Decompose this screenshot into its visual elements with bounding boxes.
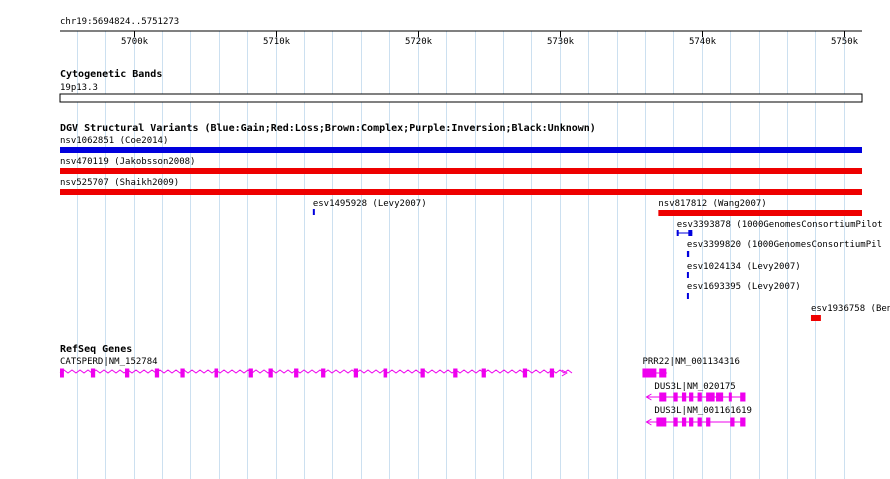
gene-exon bbox=[706, 417, 711, 427]
refseq-gene-label: PRR22|NM_001134316 bbox=[642, 357, 740, 367]
ruler-tick-label: 5710k bbox=[263, 37, 291, 47]
gene-exon bbox=[180, 368, 185, 378]
refseq-gene-label: DUS3L|NM_001161619 bbox=[654, 406, 752, 416]
ruler: chr19:5694824..5751273 5700k 5710k 5720k 57… bbox=[60, 17, 862, 47]
ruler-tick-label: 5730k bbox=[547, 37, 575, 47]
gene-exon bbox=[681, 417, 687, 427]
dgv-feature-label: nsv525707 (Shaikh2009) bbox=[60, 178, 179, 188]
gene-exon bbox=[730, 417, 735, 427]
gene-exon bbox=[481, 368, 486, 378]
refseq-gene[interactable]: DUS3L|NM_001161619 bbox=[645, 406, 752, 427]
gene-exon bbox=[321, 368, 326, 378]
gene-exon bbox=[125, 368, 130, 378]
dgv-feature[interactable]: esv1495928 (Levy2007) bbox=[312, 199, 427, 215]
gene-exon bbox=[659, 392, 667, 402]
gene-exon bbox=[154, 368, 160, 378]
gene-exon bbox=[673, 417, 678, 427]
gene-exon bbox=[60, 368, 64, 378]
ruler-tick-label: 5700k bbox=[121, 37, 149, 47]
gene-exon bbox=[268, 368, 273, 378]
dgv-feature[interactable]: nsv525707 (Shaikh2009) bbox=[60, 178, 862, 195]
gene-exon bbox=[90, 368, 96, 378]
dgv-feature-label: esv1024134 (Levy2007) bbox=[687, 262, 801, 272]
dgv-feature[interactable]: nsv470119 (Jakobsson2008) bbox=[60, 157, 862, 174]
gene-exon bbox=[673, 392, 678, 402]
gene-exon bbox=[420, 368, 425, 378]
dgv-feature[interactable]: esv1936758 (Ben bbox=[810, 304, 890, 321]
gene-exon bbox=[728, 392, 732, 402]
cytoband-label: 19p13.3 bbox=[60, 83, 98, 93]
dgv-feature-bar bbox=[658, 210, 862, 216]
cytoband-track: Cytogenetic Bands 19p13.3 bbox=[59, 68, 863, 103]
dgv-feature[interactable]: esv1693395 (Levy2007) bbox=[686, 282, 801, 299]
location-label: chr19:5694824..5751273 bbox=[60, 17, 179, 27]
gene-exon bbox=[642, 368, 657, 378]
gene-exon bbox=[706, 392, 715, 402]
dgv-feature-bar bbox=[688, 230, 693, 236]
gene-exon bbox=[353, 368, 359, 378]
gene-exon bbox=[549, 368, 555, 378]
cytoband-bar[interactable] bbox=[59, 93, 863, 103]
refseq-genes: CATSPERD|NM_152784 PRR22|NM_001134316 DUS3… bbox=[59, 357, 752, 427]
refseq-gene[interactable]: CATSPERD|NM_152784 bbox=[59, 357, 573, 378]
gene-exon bbox=[697, 417, 702, 427]
refseq-gene[interactable]: PRR22|NM_001134316 bbox=[642, 357, 740, 378]
gene-exon bbox=[214, 368, 219, 378]
gene-exon bbox=[522, 368, 528, 378]
dgv-feature-label: esv1936758 (Ben bbox=[811, 304, 890, 314]
dgv-feature-bar bbox=[686, 272, 689, 278]
ruler-tick-label: 5720k bbox=[405, 37, 433, 47]
dgv-feature-bar bbox=[686, 251, 690, 257]
gene-exon bbox=[294, 368, 299, 378]
gene-exon bbox=[248, 368, 253, 378]
dgv-feature[interactable]: esv3393878 (1000GenomesConsortiumPilot bbox=[676, 220, 883, 236]
cytoband-track-title: Cytogenetic Bands bbox=[60, 68, 162, 80]
refseq-gene-label: CATSPERD|NM_152784 bbox=[60, 357, 158, 367]
dgv-feature-label: esv1693395 (Levy2007) bbox=[687, 282, 801, 292]
refseq-gene[interactable]: DUS3L|NM_020175 bbox=[645, 382, 746, 402]
refseq-track-title: RefSeq Genes bbox=[60, 344, 132, 355]
gene-exon bbox=[697, 392, 702, 402]
dgv-feature-bar bbox=[60, 168, 862, 174]
dgv-feature-bar bbox=[686, 293, 689, 299]
gene-exon bbox=[689, 392, 694, 402]
ruler-tick-label: 5740k bbox=[689, 37, 717, 47]
dgv-feature[interactable]: esv3399820 (1000GenomesConsortiumPil bbox=[686, 240, 882, 257]
gene-exon bbox=[716, 392, 724, 402]
gene-exon bbox=[383, 368, 388, 378]
dgv-feature[interactable]: nsv1062851 (Coe2014) bbox=[60, 136, 862, 153]
dgv-feature[interactable]: esv1024134 (Levy2007) bbox=[686, 262, 801, 278]
dgv-feature-label: nsv470119 (Jakobsson2008) bbox=[60, 157, 195, 167]
gene-exon bbox=[689, 417, 694, 427]
genome-browser-view: chr19:5694824..5751273 5700k 5710k 5720k 57… bbox=[59, 17, 890, 479]
dgv-track-title: DGV Structural Variants (Blue:Gain;Red:L… bbox=[60, 122, 596, 134]
refseq-track: RefSeq Genes CATSPERD|NM_152784 PRR22|NM_… bbox=[59, 344, 752, 427]
dgv-feature-label: esv1495928 (Levy2007) bbox=[313, 199, 427, 209]
gene-exon bbox=[453, 368, 458, 378]
dgv-feature-label: esv3393878 (1000GenomesConsortiumPilot bbox=[677, 220, 883, 230]
gene-exon bbox=[681, 392, 687, 402]
ruler-tick-label: 5750k bbox=[831, 37, 859, 47]
dgv-feature[interactable]: nsv817812 (Wang2007) bbox=[658, 199, 862, 216]
dgv-feature-bar bbox=[676, 230, 679, 236]
gene-exon bbox=[740, 392, 746, 402]
ruler-ticks: 5700k 5710k 5720k 5730k 5740k 5750k bbox=[121, 31, 859, 47]
dgv-feature-label: esv3399820 (1000GenomesConsortiumPil bbox=[687, 240, 882, 250]
gene-exon bbox=[656, 417, 667, 427]
gene-exon bbox=[740, 417, 746, 427]
dgv-feature-label: nsv817812 (Wang2007) bbox=[658, 199, 766, 209]
dgv-feature-bar bbox=[60, 147, 862, 153]
dgv-feature-label: nsv1062851 (Coe2014) bbox=[60, 136, 168, 146]
gene-intron-line bbox=[59, 369, 573, 374]
dgv-feature-bar bbox=[60, 189, 862, 195]
dgv-feature-bar bbox=[312, 209, 315, 215]
refseq-gene-label: DUS3L|NM_020175 bbox=[654, 382, 735, 392]
gene-exon bbox=[659, 368, 667, 378]
dgv-feature-bar bbox=[810, 315, 821, 321]
